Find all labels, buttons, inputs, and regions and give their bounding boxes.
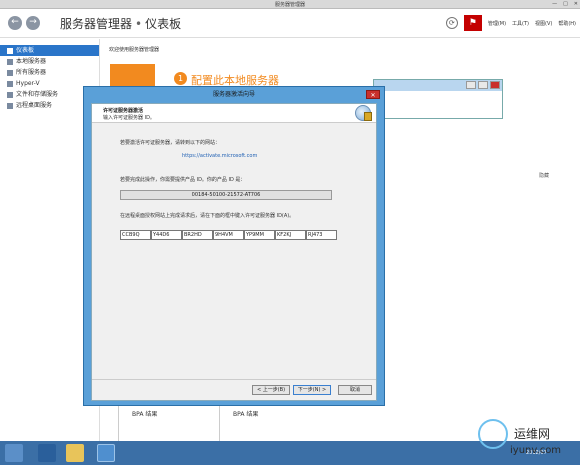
menu-help[interactable]: 帮助(H)	[558, 20, 576, 27]
watermark: 运维网 iyunv.com	[474, 417, 580, 463]
sidebar-item-label: 所有服务器	[16, 69, 47, 76]
hyper-v-icon	[7, 80, 13, 87]
tile-row-bpa[interactable]: BPA 结果	[119, 409, 218, 421]
tile-row-bpa[interactable]: BPA 结果	[220, 409, 319, 421]
license-id-input[interactable]: 9H4VM	[213, 230, 244, 240]
wizard-heading: 许可证服务器激活	[103, 108, 144, 114]
wizard-subheading: 输入许可证服务器 ID。	[103, 115, 155, 121]
refresh-icon[interactable]: ⟳	[445, 17, 458, 29]
background-dialog-titlebar	[374, 80, 502, 91]
license-server-id-inputs: CCB9Q Y44D6 BR2HD 9H4VM YP9MM KF2KJ RJ47…	[120, 230, 337, 240]
step-number: 1	[174, 72, 187, 85]
instruction-product-id: 若要完成此操作，你需要提供产品 ID。你的产品 ID 是：	[120, 177, 246, 183]
instruction-enter-id: 在远程桌面授权网站上完成请求后，请在下面的框中键入许可证服务器 ID(A)。	[120, 213, 295, 219]
back-step-button[interactable]: < 上一步(B)	[252, 385, 290, 395]
window-title: 服务器管理器	[274, 2, 305, 8]
instruction-visit-site: 若要激活许可证服务器，请转到以下的网站：	[120, 140, 221, 146]
next-step-button[interactable]: 下一步(N) >	[293, 385, 331, 395]
breadcrumb: 服务器管理器 • 仪表板	[60, 15, 181, 32]
activation-wizard-dialog: 服务器激活向导 ✕ 许可证服务器激活 输入许可证服务器 ID。 若要激活许可证服…	[83, 86, 385, 406]
sidebar-item-label: 仪表板	[16, 47, 35, 54]
license-id-input[interactable]: KF2KJ	[275, 230, 306, 240]
dashboard-icon	[7, 47, 13, 54]
wizard-header: 许可证服务器激活 输入许可证服务器 ID。	[92, 104, 376, 123]
watermark-name: 运维网	[514, 427, 551, 441]
app-header: ← → 服务器管理器 • 仪表板 ⟳ ⚑ 管理(M) 工具(T) 视图(V) 帮助(…	[0, 9, 580, 38]
menu-view[interactable]: 视图(V)	[535, 20, 552, 27]
sidebar-item-label: 文件和存储服务	[16, 91, 59, 98]
server-icon	[7, 58, 13, 65]
breadcrumb-app[interactable]: 服务器管理器	[60, 17, 132, 31]
watermark-logo-icon	[478, 419, 508, 449]
wizard-panel: 许可证服务器激活 输入许可证服务器 ID。 若要激活许可证服务器，请转到以下的网…	[91, 103, 377, 401]
minimize-icon[interactable]	[466, 81, 476, 89]
menu-tools[interactable]: 工具(T)	[512, 20, 529, 27]
sidebar-item-label: 远程桌面服务	[16, 102, 53, 109]
maximize-icon[interactable]	[478, 81, 488, 89]
menu-manage[interactable]: 管理(M)	[488, 20, 506, 27]
wizard-titlebar: 服务器激活向导 ✕	[84, 87, 384, 103]
file-explorer-icon[interactable]	[66, 444, 84, 462]
wizard-body: 若要激活许可证服务器，请转到以下的网站： https://activate.mi…	[92, 123, 376, 380]
welcome-heading: 欢迎使用服务器管理器	[109, 47, 160, 53]
hide-link[interactable]: 隐藏	[539, 172, 549, 179]
license-id-input[interactable]: BR2HD	[182, 230, 213, 240]
product-id-field: 00184-50100-21572-AT706	[120, 190, 332, 200]
maximize-button[interactable]: □	[563, 1, 568, 7]
sidebar-item-dashboard[interactable]: 仪表板	[0, 45, 99, 56]
license-key-icon	[355, 105, 372, 121]
powershell-icon[interactable]	[38, 444, 56, 462]
header-toolbar: ⟳ ⚑ 管理(M) 工具(T) 视图(V) 帮助(H)	[445, 15, 576, 31]
close-icon[interactable]	[490, 81, 500, 89]
wizard-close-button[interactable]: ✕	[366, 90, 380, 99]
servers-icon	[7, 69, 13, 76]
minimize-button[interactable]: —	[552, 1, 557, 7]
sidebar-item-label: Hyper-V	[16, 80, 40, 87]
license-id-input[interactable]: CCB9Q	[120, 230, 151, 240]
close-button[interactable]: ✕	[574, 1, 578, 7]
watermark-url: iyunv.com	[510, 445, 562, 456]
license-id-input[interactable]: Y44D6	[151, 230, 182, 240]
breadcrumb-separator: •	[135, 17, 143, 31]
sidebar-item-local-server[interactable]: 本地服务器	[0, 56, 99, 67]
sidebar-item-label: 本地服务器	[16, 58, 47, 65]
wizard-footer: < 上一步(B) 下一步(N) > 取消	[92, 379, 376, 400]
sidebar-item-all-servers[interactable]: 所有服务器	[0, 67, 99, 78]
background-dialog	[373, 79, 503, 119]
license-id-input[interactable]: YP9MM	[244, 230, 275, 240]
cancel-button[interactable]: 取消	[338, 385, 372, 395]
start-icon[interactable]	[5, 444, 23, 462]
license-id-input[interactable]: RJ473	[306, 230, 337, 240]
window-titlebar: 服务器管理器 — □ ✕	[0, 0, 580, 9]
back-button[interactable]: ←	[8, 16, 22, 30]
wizard-title: 服务器激活向导	[212, 91, 255, 98]
notification-flag-icon[interactable]: ⚑	[463, 15, 482, 31]
storage-icon	[7, 91, 13, 98]
remote-desktop-icon	[7, 102, 13, 109]
forward-button[interactable]: →	[26, 16, 40, 30]
breadcrumb-page: 仪表板	[145, 17, 182, 31]
activation-url-link[interactable]: https://activate.microsoft.com	[182, 153, 257, 159]
window-controls: — □ ✕	[552, 1, 578, 7]
server-manager-taskbar-icon[interactable]	[97, 444, 115, 462]
